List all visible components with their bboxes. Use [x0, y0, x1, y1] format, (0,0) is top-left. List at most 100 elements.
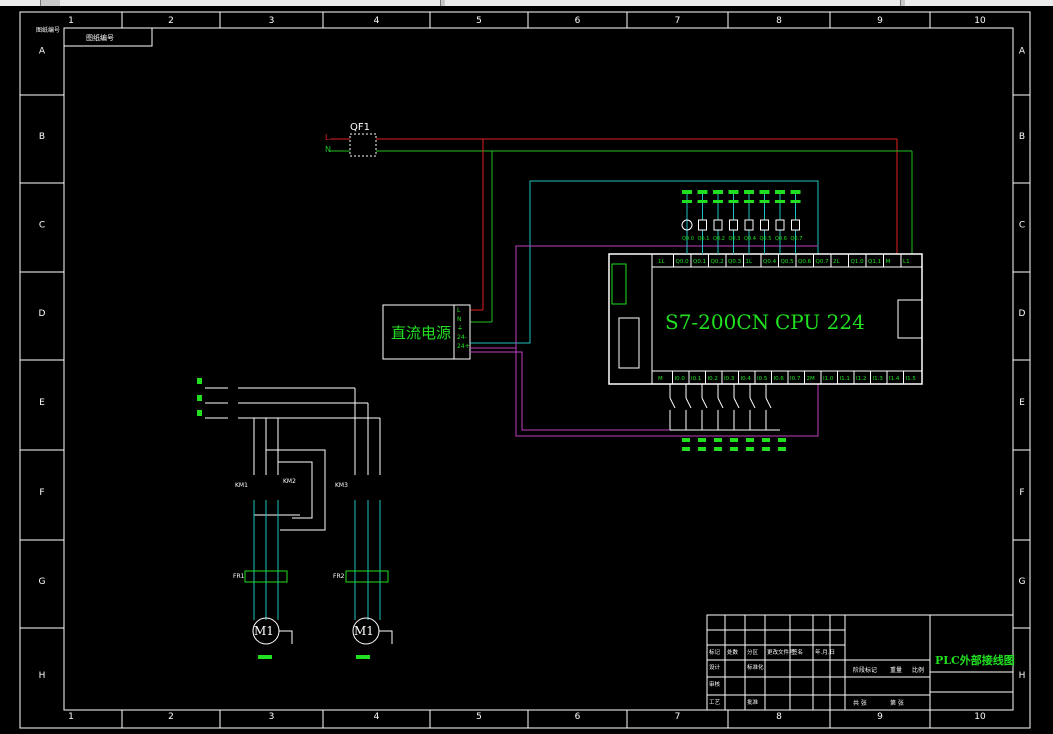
- zone-col-label: 3: [269, 712, 275, 722]
- plc-bottom-terminal: I0.2: [708, 376, 718, 382]
- coil-symbol: [698, 219, 707, 231]
- outer-frame: [19, 11, 1031, 729]
- output-address-label: Q0.3: [729, 236, 741, 242]
- title-block-cell: 更改文件号: [767, 650, 795, 656]
- plc-bottom-terminal: I1.0: [823, 376, 834, 382]
- plc-bottom-terminal: I0.7: [790, 376, 801, 382]
- zone-col-label: 8: [776, 16, 782, 26]
- zone-col-label: 6: [575, 16, 581, 26]
- zone-col-label: 9: [877, 16, 883, 26]
- fr1-label: FR1: [233, 573, 245, 580]
- coil-symbol: [775, 219, 785, 231]
- output-address-label: Q0.0: [682, 236, 694, 242]
- zone-row-label: C: [39, 221, 45, 231]
- zone-row-label: A: [1019, 47, 1026, 57]
- plc-input-terminals: M I0.0 I0.1 I0.2 I0.3 I0.4 I0.5 I0.6 I0.7 2M I1.0 I…: [658, 371, 916, 384]
- zone-row-label: D: [1019, 309, 1026, 319]
- tb-scale: 比例: [912, 667, 925, 674]
- zone-col-label: 7: [675, 16, 681, 26]
- tb-weight: 重量: [890, 667, 903, 674]
- plc-top-terminal: Q0.6: [798, 259, 812, 265]
- title-block-cell: 批准: [747, 700, 759, 706]
- motor1-label: M1: [254, 624, 274, 638]
- title-block-cell: 审核: [709, 682, 721, 688]
- plc-top-terminal: Q0.1: [693, 259, 706, 265]
- coil-symbol: [729, 219, 738, 231]
- motor-power-circuit: [205, 387, 381, 531]
- zone-row-label: G: [1019, 577, 1026, 587]
- zone-col-label: 4: [374, 712, 380, 722]
- output-address-label: Q0.6: [775, 236, 787, 242]
- zone-col-label: 2: [168, 712, 174, 722]
- km2-label: KM2: [283, 478, 296, 485]
- plc-bottom-terminal: 2M: [807, 376, 815, 382]
- motor2-label: M1: [354, 624, 374, 638]
- zone-row-label: B: [1019, 132, 1025, 142]
- cad-drawing-canvas[interactable]: 1 1 2 2 3 3 4 4 5 5 6 6 7 7 8 8 9 9 10 10 A A B B C C D D E E F F G G H H 1…: [0, 0, 1053, 734]
- title-block-cell: 标准化: [747, 665, 764, 671]
- zone-col-label: 10: [974, 16, 986, 26]
- tb-stage-mark: 阶段标记: [853, 667, 878, 674]
- plc-top-terminal: L1: [903, 259, 910, 265]
- plc-bottom-terminal: I0.6: [774, 376, 785, 382]
- zone-row-label: B: [39, 132, 45, 142]
- zone-row-label: E: [39, 398, 45, 408]
- zone-col-label: 8: [776, 712, 782, 722]
- plc-top-terminal: Q0.0: [676, 259, 690, 265]
- plc-bottom-terminal: I0.3: [724, 376, 735, 382]
- zone-col-label: 1: [68, 712, 74, 722]
- plc-top-terminal: M: [886, 259, 891, 265]
- zone-row-label: E: [1019, 398, 1025, 408]
- zone-row-label: H: [39, 671, 46, 681]
- zone-col-label: 6: [575, 712, 581, 722]
- input-switch-column: [669, 384, 786, 451]
- mains-supply: [330, 133, 913, 323]
- plc-model-label: S7-200CN: [665, 310, 770, 334]
- coil-symbol: [791, 219, 800, 231]
- plc-top-terminal: Q0.3: [728, 259, 742, 265]
- plc-bottom-terminal: I0.5: [757, 376, 768, 382]
- plc-top-terminal: Q1.0: [851, 259, 865, 265]
- zone-row-label: G: [39, 577, 46, 587]
- plc-bottom-terminal: I0.4: [741, 376, 752, 382]
- zone-row-label: D: [39, 309, 46, 319]
- plc-bottom-terminal: I1.5: [906, 376, 917, 382]
- drawing-code: 图纸编号: [86, 34, 114, 42]
- zone-row-label: F: [39, 488, 44, 498]
- plc-output-terminals: 1L Q0.0 Q0.1 Q0.2 Q0.3 1L Q0.4 Q0.5 Q0.6 Q0.7 2L Q1…: [658, 254, 910, 267]
- plc-top-terminal: Q0.4: [763, 259, 777, 265]
- zone-row-label: H: [1019, 671, 1026, 681]
- plc-bottom-terminal: I1.4: [889, 376, 900, 382]
- coil-symbol: [713, 219, 723, 231]
- title-block-cell: 标记: [709, 650, 721, 656]
- zone-row-label: C: [1019, 221, 1025, 231]
- plc-top-terminal: Q0.5: [781, 259, 795, 265]
- coil-symbol: [760, 219, 769, 231]
- plc-bottom-terminal: I0.1: [691, 376, 701, 382]
- output-address-label: Q0.5: [760, 236, 772, 242]
- dc-supply-label: 直流电源: [391, 324, 452, 342]
- corner-note: 图纸编号: [36, 27, 61, 34]
- line-n-label: N: [325, 145, 331, 154]
- inner-frame: [63, 27, 1014, 711]
- tb-sheets-total: 共 张: [853, 700, 867, 707]
- zone-col-label: 5: [476, 712, 482, 722]
- border-zone-marks: 1 1 2 2 3 3 4 4 5 5 6 6 7 7 8 8 9 9 10 10 A A B B C C D D E E F F G G H H: [20, 12, 1030, 728]
- title-block-cell: 分区: [747, 650, 759, 656]
- plc-bottom-terminal: I0.0: [675, 376, 686, 382]
- title-block-cell: 处数: [727, 650, 739, 656]
- output-address-label: Q0.7: [791, 236, 803, 242]
- plc-top-terminal: Q0.2: [711, 259, 724, 265]
- title-block-cell: 设计: [709, 665, 721, 671]
- plc-bottom-terminal: M: [658, 376, 663, 382]
- output-address-label: Q0.2: [713, 236, 725, 242]
- tb-sheet-no: 第 张: [890, 700, 904, 707]
- km1-label: KM1: [235, 482, 248, 489]
- line-l-label: L: [325, 133, 330, 142]
- title-block-cell: 工艺: [709, 700, 721, 706]
- output-address-label: Q0.4: [744, 236, 756, 242]
- plc-top-terminal: Q1.1: [868, 259, 881, 265]
- plc-bottom-terminal: I1.2: [856, 376, 866, 382]
- km3-label: KM3: [335, 482, 348, 489]
- drawing-title: PLC外部接线图: [935, 654, 1015, 667]
